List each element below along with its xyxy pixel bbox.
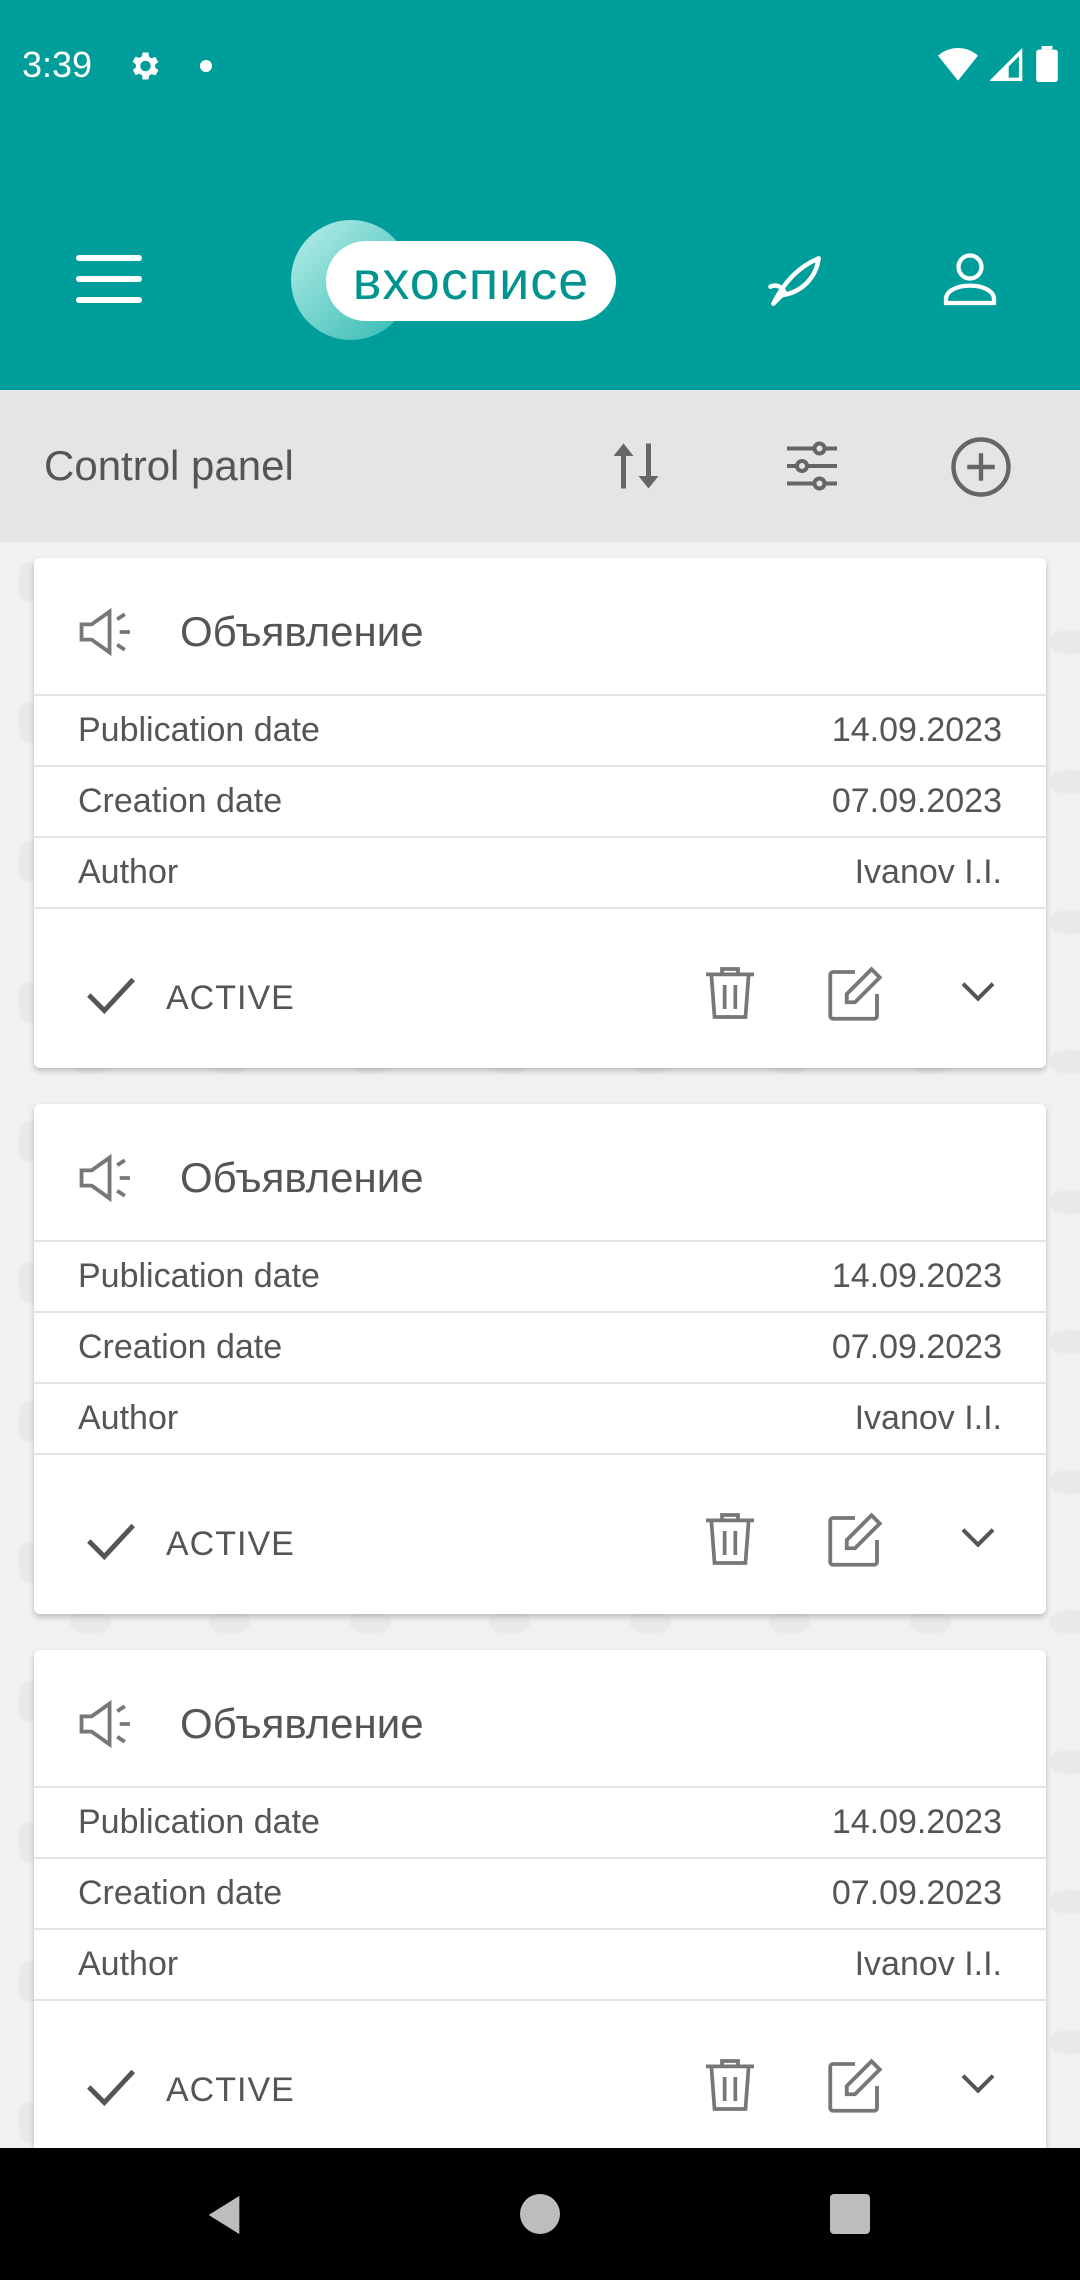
row-label: Author (78, 853, 179, 891)
megaphone-icon (76, 1150, 138, 1211)
publication-date-row: Publication date 14.09.2023 (34, 1788, 1046, 1859)
home-button[interactable] (520, 2194, 560, 2234)
trash-icon (706, 967, 754, 1019)
system-nav-bar (0, 2148, 1080, 2280)
control-toolbar: Control panel (0, 390, 1080, 542)
edit-button[interactable] (822, 1507, 888, 1578)
check-icon (84, 975, 138, 1020)
card-header: Объявление (34, 1650, 1046, 1788)
row-value: 07.09.2023 (831, 782, 1002, 820)
row-value: 07.09.2023 (831, 1328, 1002, 1366)
announcement-card[interactable]: Объявление Publication date 14.09.2023 C… (34, 558, 1046, 1068)
creation-date-row: Creation date 07.09.2023 (34, 1859, 1046, 1930)
row-value: 14.09.2023 (831, 711, 1002, 749)
author-row: Author Ivanov I.I. (34, 838, 1046, 909)
notification-dot-icon (200, 60, 212, 72)
announcement-card[interactable]: Объявление Publication date 14.09.2023 C… (34, 1650, 1046, 2148)
sliders-icon (787, 441, 837, 491)
card-header: Объявление (34, 558, 1046, 696)
trash-icon (706, 2059, 754, 2111)
page-title: Control panel (44, 442, 294, 489)
row-value: Ivanov I.I. (854, 853, 1002, 891)
chevron-down-icon (961, 1528, 995, 1548)
card-header: Объявление (34, 1104, 1046, 1242)
check-icon (84, 2067, 138, 2112)
back-button[interactable] (204, 2192, 244, 2243)
row-label: Author (78, 1945, 179, 1983)
expand-button[interactable] (958, 977, 998, 1012)
edit-button[interactable] (822, 2053, 888, 2124)
megaphone-icon (76, 1696, 138, 1757)
card-title: Объявление (180, 608, 424, 655)
sort-icon (613, 443, 659, 489)
battery-icon (1036, 46, 1058, 82)
chevron-down-icon (961, 982, 995, 1002)
edit-icon (828, 966, 883, 1021)
card-title: Объявление (180, 1700, 424, 1747)
row-value: 14.09.2023 (831, 1803, 1002, 1841)
logo-text: вхосписе (326, 241, 616, 321)
wifi-icon (938, 48, 978, 81)
user-icon (943, 253, 997, 306)
app-bar: вхосписе (0, 135, 1080, 390)
row-value: Ivanov I.I. (854, 1945, 1002, 1983)
status-label: ACTIVE (166, 1525, 295, 1563)
announcement-list[interactable]: Объявление Publication date 14.09.2023 C… (0, 542, 1080, 2148)
row-label: Publication date (78, 1803, 320, 1841)
edit-icon (828, 1512, 883, 1567)
megaphone-icon (76, 604, 138, 665)
delete-button[interactable] (698, 1507, 762, 1576)
back-triangle-icon (208, 2195, 240, 2235)
row-value: 14.09.2023 (831, 1257, 1002, 1295)
check-icon (84, 1521, 138, 1566)
quill-button[interactable] (762, 247, 830, 320)
status-label: ACTIVE (166, 2071, 295, 2109)
row-label: Publication date (78, 1257, 320, 1295)
author-row: Author Ivanov I.I. (34, 1930, 1046, 2001)
status-indicators (938, 46, 1058, 82)
trash-icon (706, 1513, 754, 1565)
quill-icon (768, 256, 821, 306)
app-logo[interactable]: вхосписе (288, 217, 618, 343)
card-actions: ACTIVE (34, 1455, 1046, 1615)
creation-date-row: Creation date 07.09.2023 (34, 1313, 1046, 1384)
row-label: Creation date (78, 1328, 283, 1366)
hamburger-line (76, 297, 142, 303)
profile-button[interactable] (938, 247, 1002, 316)
add-button[interactable] (948, 434, 1014, 505)
card-actions: ACTIVE (34, 909, 1046, 1069)
status-bar: 3:39 (0, 0, 1080, 135)
author-row: Author Ivanov I.I. (34, 1384, 1046, 1455)
edit-button[interactable] (822, 961, 888, 1032)
expand-button[interactable] (958, 2069, 998, 2104)
add-circle-icon (951, 437, 1011, 497)
status-label: ACTIVE (166, 979, 295, 1017)
settings-gear-icon (126, 48, 162, 89)
status-time: 3:39 (22, 44, 93, 85)
announcement-card[interactable]: Объявление Publication date 14.09.2023 C… (34, 1104, 1046, 1614)
edit-icon (828, 2058, 883, 2113)
hamburger-line (76, 276, 142, 282)
publication-date-row: Publication date 14.09.2023 (34, 1242, 1046, 1313)
expand-button[interactable] (958, 1523, 998, 1558)
filter-button[interactable] (782, 436, 842, 501)
row-label: Creation date (78, 1874, 283, 1912)
hamburger-line (76, 255, 142, 261)
row-label: Creation date (78, 782, 283, 820)
card-actions: ACTIVE (34, 2001, 1046, 2148)
delete-button[interactable] (698, 961, 762, 1030)
row-value: Ivanov I.I. (854, 1399, 1002, 1437)
sort-button[interactable] (604, 436, 668, 501)
menu-button[interactable] (76, 255, 142, 305)
row-value: 07.09.2023 (831, 1874, 1002, 1912)
delete-button[interactable] (698, 2053, 762, 2122)
row-label: Author (78, 1399, 179, 1437)
publication-date-row: Publication date 14.09.2023 (34, 696, 1046, 767)
row-label: Publication date (78, 711, 320, 749)
creation-date-row: Creation date 07.09.2023 (34, 767, 1046, 838)
chevron-down-icon (961, 2074, 995, 2094)
recents-button[interactable] (830, 2194, 870, 2234)
card-title: Объявление (180, 1154, 424, 1201)
cellular-signal-icon (990, 47, 1023, 81)
